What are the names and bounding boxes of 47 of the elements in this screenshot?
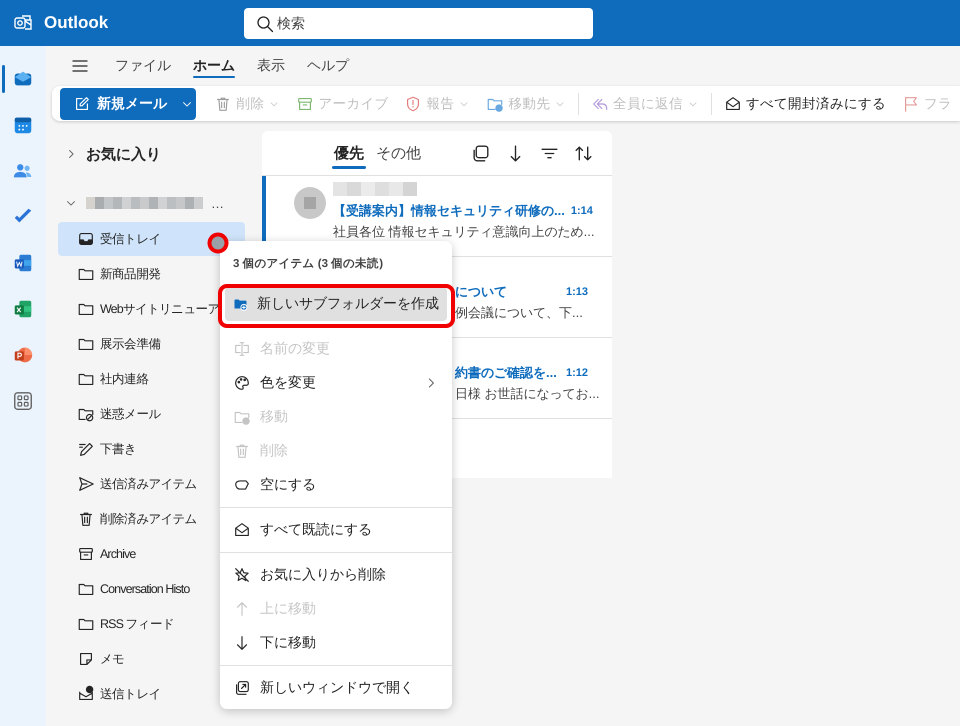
avatar [294,187,326,219]
click-marker [207,232,229,254]
send-icon [77,475,95,493]
inbox-tab[interactable]: その他 [370,131,427,175]
favorites-header[interactable]: お気に入り [46,136,167,172]
menu-header: 3 個のアイテム (3 個の未読) [232,256,384,272]
message-preview: 社員各位 情報セキュリティ意識向上のため... [333,223,594,240]
message-preview: 日様 お世話になってお... [455,385,600,402]
trash-icon [233,442,251,460]
ribbon-tab[interactable]: 表示 [246,46,296,86]
message-subject: 【受講案内】情報セキュリティ研修の... [333,202,565,220]
dropdown-button[interactable] [177,88,196,120]
open-window-icon [233,679,251,697]
ribbon-tab[interactable]: ヘルプ [296,46,360,86]
ribbon-tab[interactable]: ホーム [182,46,246,86]
message-time: 1:14 [570,205,593,217]
message-time: 1:12 [566,367,588,379]
menu-item[interactable]: 新しいサブフォルダーを作成 [225,287,447,321]
folder-item[interactable]: 受信トレイ [58,222,245,256]
outbox-icon [77,685,95,703]
rename-icon [233,340,251,358]
open-envelope-icon [233,521,251,539]
message-time: 1:13 [566,286,588,298]
search-icon [255,14,275,34]
message-subject: 約書のご確認を... [455,364,558,382]
star-off-icon [233,566,251,584]
flag-icon [902,94,920,112]
word-icon [12,252,34,274]
open-envelope-icon [724,94,742,112]
inbox-icon [77,230,95,248]
note-icon [77,650,95,668]
excel-icon [12,298,34,320]
message-subject: について [455,283,508,301]
archive-icon [77,545,95,563]
message-preview: 例会議について、下... [455,304,583,321]
compose-icon [73,94,91,112]
new-mail-button[interactable]: 新規メール [60,88,177,120]
apps-icon [12,390,34,412]
ribbon-tab[interactable]: ファイル [104,46,182,86]
palette-icon [233,374,251,392]
account-name: … [211,196,224,210]
app-title: Outlook [44,13,110,33]
inbox-tab[interactable]: 優先 [328,131,370,175]
pencil-icon [77,440,95,458]
search-field[interactable]: 検索 [244,8,593,38]
toolbar-button[interactable]: すべて開封済みにする [716,88,894,120]
trash-icon [77,510,95,528]
